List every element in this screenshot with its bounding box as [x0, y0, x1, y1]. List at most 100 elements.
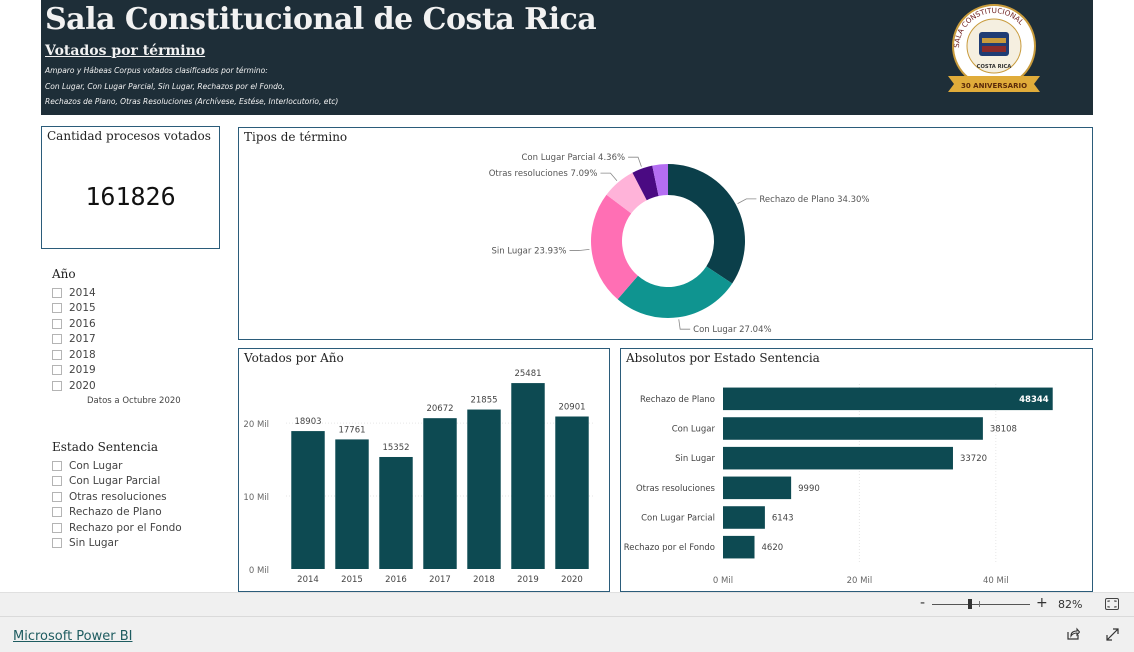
y-tick-label: 10 Mil [243, 493, 269, 503]
share-icon[interactable] [1066, 627, 1080, 641]
bar-data-label: 17761 [338, 425, 365, 435]
year-bar[interactable] [555, 416, 589, 569]
estado-bar[interactable] [723, 417, 983, 440]
report-canvas: Sala Constitucional de Costa Rica Votado… [0, 0, 1134, 652]
status-bar: - + 82% [0, 592, 1134, 616]
year-slicer-item-label: 2019 [69, 364, 96, 377]
bar-data-label: 48344 [1019, 395, 1049, 405]
header-description-line: Con Lugar, Con Lugar Parcial, Sin Lugar,… [45, 82, 285, 91]
donut-chart[interactable]: Rechazo de Plano 34.30% Con Lugar 27.04% S… [239, 128, 1092, 339]
donut-leader-line [600, 172, 618, 181]
report-subtitle: Votados por término [45, 43, 206, 59]
estado-slicer-item-label: Con Lugar [69, 459, 123, 472]
zoom-out-button[interactable]: - [920, 595, 925, 611]
bar-data-label: 20901 [558, 403, 585, 413]
zoom-in-button[interactable]: + [1036, 595, 1048, 611]
category-label: Rechazo por el Fondo [624, 543, 715, 553]
year-slicer-item[interactable]: 2020 [52, 378, 181, 394]
year-slicer-item[interactable]: 2015 [52, 301, 181, 317]
estado-bar[interactable] [723, 446, 953, 470]
x-tick-label: 40 Mil [983, 576, 1009, 586]
year-slicer-item[interactable]: 2019 [52, 363, 181, 379]
year-slicer-item[interactable]: 2018 [52, 347, 181, 363]
donut-data-label: Con Lugar Parcial 4.36% [521, 153, 625, 163]
y-tick-label: 20 Mil [243, 420, 269, 430]
checkbox[interactable] [52, 334, 62, 345]
checkbox[interactable] [52, 380, 62, 391]
year-bar-chart-card[interactable]: Votados por Año 0 Mil 10 Mil 20 Mil 18903 20… [238, 348, 610, 592]
donut-leader-line [737, 198, 757, 204]
year-slicer-item-label: 2015 [69, 302, 96, 315]
bar-data-label: 6143 [772, 514, 794, 524]
donut-leader-line [678, 319, 691, 330]
x-tick-label: 2019 [517, 575, 539, 585]
estado-slicer-item[interactable]: Rechazo de Plano [52, 505, 182, 521]
year-bar[interactable] [335, 439, 369, 569]
estado-slicer-title: Estado Sentencia [52, 440, 159, 454]
fullscreen-icon[interactable] [1106, 628, 1119, 641]
year-slicer-item[interactable]: 2017 [52, 332, 181, 348]
donut-data-label: Con Lugar 27.04% [693, 325, 771, 335]
bar-data-label: 21855 [470, 396, 497, 406]
estado-bar[interactable] [723, 476, 792, 500]
year-bar[interactable] [291, 431, 325, 569]
year-bar[interactable] [423, 418, 457, 569]
kpi-value: 161826 [85, 182, 176, 211]
x-tick-label: 2018 [473, 575, 495, 585]
year-slicer-item[interactable]: 2014 [52, 285, 181, 301]
estado-slicer-item[interactable]: Otras resoluciones [52, 489, 182, 505]
checkbox[interactable] [52, 365, 62, 376]
donut-slice[interactable] [668, 164, 746, 284]
donut-chart-card[interactable]: Tipos de término Rechazo de Plano 34.30%… [238, 127, 1093, 340]
checkbox[interactable] [52, 507, 62, 518]
year-slicer: Año 2014 2015 2016 2017 2018 2019 2020 Datos a… [52, 267, 181, 406]
data-date-note: Datos a Octubre 2020 [87, 395, 181, 406]
year-bar[interactable] [467, 409, 501, 569]
power-bi-link[interactable]: Microsoft Power BI [13, 629, 132, 644]
x-tick-label: 0 Mil [713, 576, 733, 586]
estado-bar[interactable] [723, 506, 765, 529]
donut-data-label: Sin Lugar 23.93% [491, 246, 566, 256]
bar-data-label: 20672 [426, 404, 453, 414]
category-label: Otras resoluciones [636, 484, 716, 494]
estado-bar[interactable] [723, 387, 1053, 411]
report-title: Sala Constitucional de Costa Rica [45, 2, 597, 37]
estado-slicer-item[interactable]: Sin Lugar [52, 536, 182, 552]
estado-bar[interactable] [723, 535, 755, 559]
checkbox[interactable] [52, 460, 62, 471]
estado-slicer-item-label: Rechazo de Plano [69, 506, 162, 519]
estado-bar-chart[interactable]: 0 Mil 20 Mil 40 Mil 48344 Rechazo de Plano 38… [621, 349, 1092, 591]
donut-data-label: Rechazo de Plano 34.30% [759, 195, 869, 205]
estado-slicer-item[interactable]: Con Lugar Parcial [52, 474, 182, 490]
checkbox[interactable] [52, 349, 62, 360]
x-tick-label: 2015 [341, 575, 363, 585]
x-tick-label: 20 Mil [847, 576, 873, 586]
x-tick-label: 2016 [385, 575, 407, 585]
checkbox[interactable] [52, 476, 62, 487]
estado-slicer-item[interactable]: Rechazo por el Fondo [52, 520, 182, 536]
year-bar[interactable] [379, 456, 413, 569]
year-slicer-item[interactable]: 2016 [52, 316, 181, 332]
checkbox[interactable] [52, 287, 62, 298]
estado-bar-chart-card[interactable]: Absolutos por Estado Sentencia 0 Mil 20 M… [620, 348, 1093, 592]
header-banner: Sala Constitucional de Costa Rica Votado… [41, 0, 1093, 115]
checkbox[interactable] [52, 522, 62, 533]
seal-ribbon-text: 30 ANIVERSARIO [961, 82, 1027, 90]
year-bar-chart[interactable]: 0 Mil 10 Mil 20 Mil 18903 2014 17761 2015 15352… [239, 349, 609, 591]
checkbox[interactable] [52, 318, 62, 329]
year-bar[interactable] [511, 383, 545, 569]
category-label: Sin Lugar [675, 454, 715, 464]
checkbox[interactable] [52, 538, 62, 549]
header-description-line: Rechazos de Plano, Otras Resoluciones (A… [45, 97, 339, 106]
estado-slicer-item[interactable]: Con Lugar [52, 458, 182, 474]
year-slicer-item-label: 2014 [69, 286, 96, 299]
checkbox[interactable] [52, 303, 62, 314]
zoom-level: 82% [1058, 598, 1083, 611]
kpi-card: Cantidad procesos votados 161826 [41, 126, 220, 249]
zoom-slider-thumb[interactable] [968, 599, 972, 609]
checkbox[interactable] [52, 491, 62, 502]
estado-slicer-item-label: Rechazo por el Fondo [69, 521, 182, 534]
fit-to-page-icon[interactable] [1105, 598, 1119, 610]
zoom-slider-track[interactable] [932, 604, 1030, 605]
category-label: Con Lugar [672, 425, 716, 435]
